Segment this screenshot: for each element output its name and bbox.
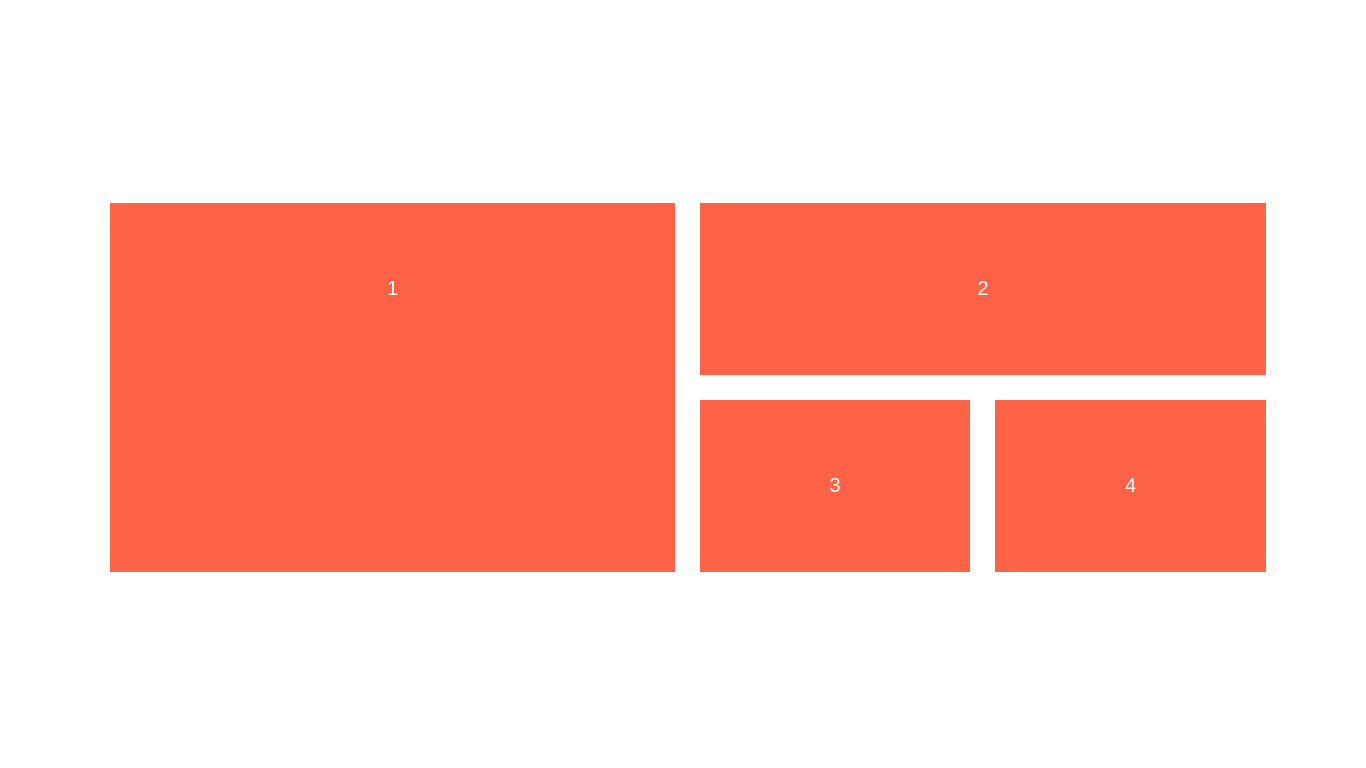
tile-4-label: 4 [1124, 475, 1137, 497]
grid-layout-canvas: 1 2 3 4 [0, 0, 1366, 768]
grid-tile-2: 2 [700, 203, 1266, 375]
tile-1-label: 1 [386, 278, 399, 300]
grid-tile-4: 4 [995, 400, 1266, 572]
grid-tile-3: 3 [700, 400, 970, 572]
grid-tile-1: 1 [110, 203, 675, 572]
tile-2-label: 2 [977, 278, 989, 300]
tile-3-label: 3 [829, 475, 841, 497]
